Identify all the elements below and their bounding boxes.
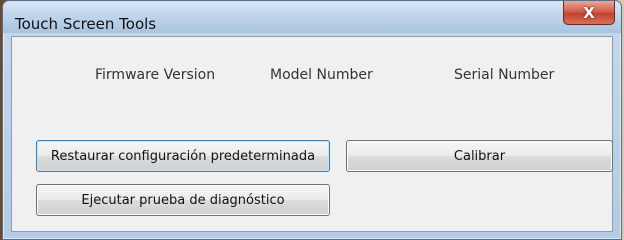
serial-number-label: Serial Number (454, 67, 555, 83)
app-window: Touch Screen Tools X Firmware Version Mo… (2, 0, 622, 240)
calibrate-button[interactable]: Calibrar (346, 140, 613, 172)
title-bar[interactable]: Touch Screen Tools X (3, 1, 621, 33)
restore-defaults-button[interactable]: Restaurar configuración predeterminada (36, 140, 330, 172)
close-icon: X (583, 3, 595, 22)
close-button[interactable]: X (563, 1, 615, 25)
window-title: Touch Screen Tools (15, 15, 157, 33)
model-number-label: Model Number (270, 67, 373, 83)
firmware-version-label: Firmware Version (95, 67, 216, 83)
dialog-content: Firmware Version Model Number Serial Num… (11, 36, 613, 232)
run-diagnostic-button[interactable]: Ejecutar prueba de diagnóstico (36, 184, 330, 216)
